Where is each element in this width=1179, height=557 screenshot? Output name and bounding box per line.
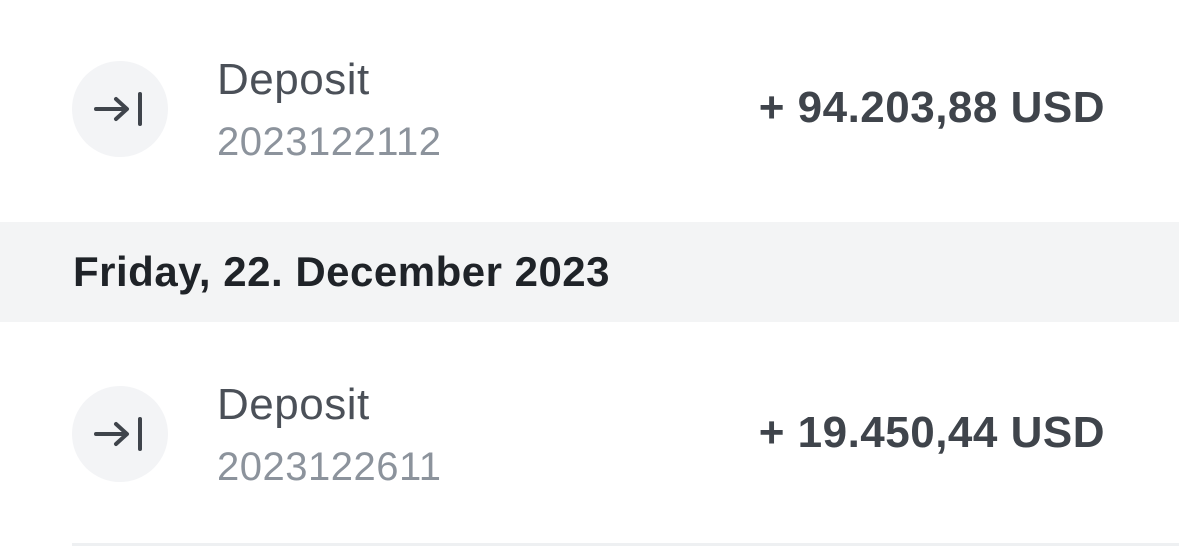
transaction-row[interactable]: Deposit 2023122112 + 94.203,88 USD xyxy=(0,30,1179,190)
deposit-icon-circle xyxy=(72,386,168,482)
transaction-row[interactable]: Deposit 2023122611 + 19.450,44 USD xyxy=(0,355,1179,515)
transaction-amount: + 94.203,88 USD xyxy=(758,83,1105,132)
transaction-type: Deposit xyxy=(217,55,370,104)
deposit-icon-circle xyxy=(72,61,168,157)
arrow-right-to-bar-icon xyxy=(94,92,142,126)
row-divider xyxy=(72,543,1179,546)
transaction-amount: + 19.450,44 USD xyxy=(758,408,1105,457)
arrow-right-to-bar-icon xyxy=(94,417,142,451)
transaction-type: Deposit xyxy=(217,380,370,429)
date-header-label: Friday, 22. December 2023 xyxy=(73,248,611,295)
date-section-header: Friday, 22. December 2023 xyxy=(0,222,1179,322)
transaction-reference: 2023122611 xyxy=(217,445,442,489)
transaction-reference: 2023122112 xyxy=(217,120,442,164)
